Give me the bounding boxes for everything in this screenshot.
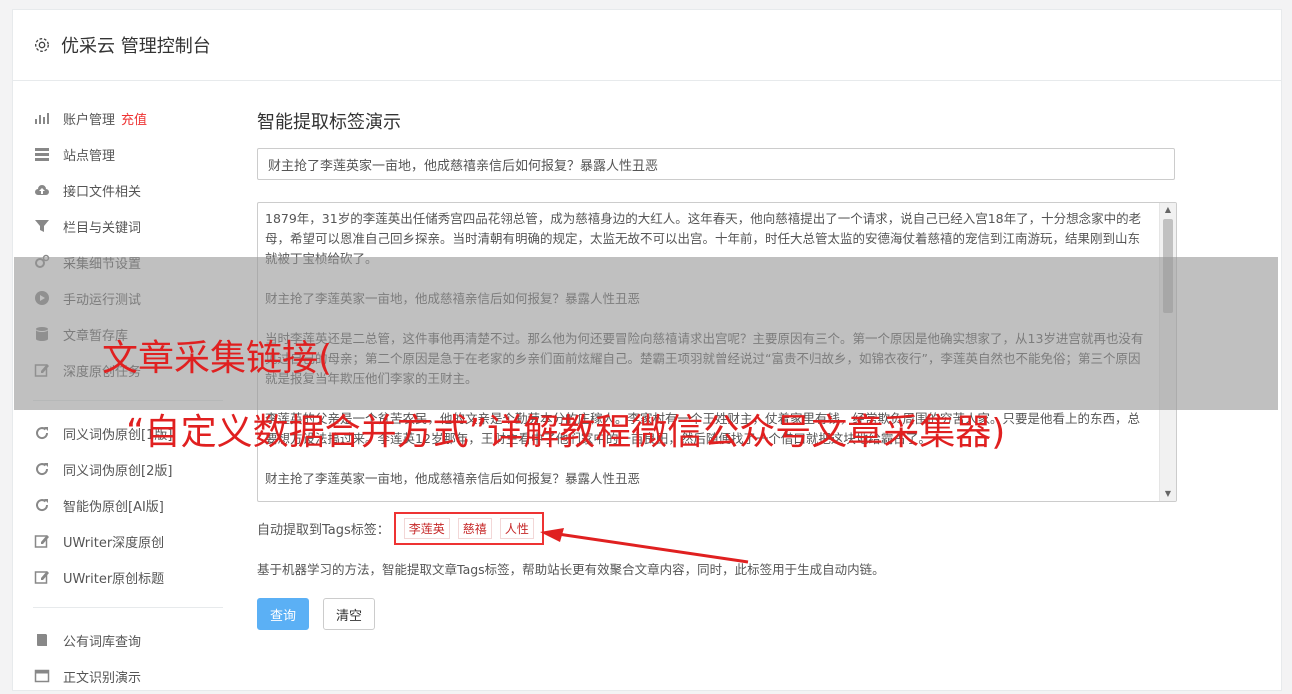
article-paragraph: 财主抢了李莲英家一亩地，他成慈禧亲信后如何报复？暴露人性丑恶 <box>265 471 641 486</box>
overlay-title-line2: “自定义数据合并方式”详解教程微信公众号文章采集器) <box>126 412 1006 453</box>
header: 优采云 管理控制台 <box>13 10 1281 81</box>
sidebar-item[interactable]: 公有词库查询 <box>33 622 223 658</box>
sidebar-item-label: 正文识别演示 <box>63 670 142 686</box>
refresh-icon <box>33 460 51 478</box>
title-input[interactable] <box>257 148 1175 180</box>
scroll-up-icon[interactable]: ▲ <box>1160 203 1176 217</box>
arrow-annotation-icon <box>540 528 749 564</box>
server-icon <box>33 145 51 163</box>
sidebar-item-label: 站点管理 <box>63 148 116 164</box>
tags-box: 李莲英 慈禧 人性 <box>393 512 544 545</box>
sidebar-item[interactable]: 智能伪原创[AI版] <box>33 487 223 523</box>
edit-icon <box>33 568 51 586</box>
scroll-down-icon[interactable]: ▼ <box>1160 487 1176 501</box>
window-icon <box>33 667 51 685</box>
sidebar-item-label: 账户管理 <box>63 112 116 128</box>
tags-label: 自动提取到Tags标签： <box>257 523 390 538</box>
button-row: 查询 清空 <box>257 598 1177 630</box>
sidebar-item[interactable]: 正文识别演示 <box>33 658 223 694</box>
sidebar-item[interactable]: 栏目与关键词 <box>33 208 223 244</box>
recharge-link[interactable]: 充值 <box>121 109 147 128</box>
sidebar-item[interactable]: 接口文件相关 <box>33 172 223 208</box>
edit-icon <box>33 532 51 550</box>
refresh-icon <box>33 424 51 442</box>
sidebar-item[interactable]: 账户管理 充值 <box>33 100 223 136</box>
sidebar-divider <box>33 607 223 608</box>
sidebar-item[interactable]: UWriter深度原创 <box>33 523 223 559</box>
filter-icon <box>33 217 51 235</box>
sidebar-item-label: 同义词伪原创[2版] <box>63 463 173 479</box>
sidebar-item-label: 栏目与关键词 <box>63 220 142 236</box>
overlay-title-line1: 文章采集链接( <box>102 338 333 379</box>
sidebar-item-label: UWriter深度原创 <box>63 535 165 551</box>
clear-button[interactable]: 清空 <box>323 598 376 630</box>
cloud-upload-icon <box>33 181 51 199</box>
sidebar-item-label: 公有词库查询 <box>63 634 142 650</box>
book-icon <box>33 631 51 649</box>
tag[interactable]: 李莲英 <box>403 518 450 539</box>
overlay-title: 文章采集链接( “自定义数据合并方式”详解教程微信公众号文章采集器) <box>102 335 1005 457</box>
gear-icon <box>35 38 49 52</box>
tag[interactable]: 人性 <box>499 518 534 539</box>
bar-chart-icon <box>33 109 51 127</box>
section-heading: 智能提取标签演示 <box>257 112 401 133</box>
tag[interactable]: 慈禧 <box>457 518 492 539</box>
sidebar-item-label: UWriter原创标题 <box>63 571 165 587</box>
sidebar-item[interactable]: 站点管理 <box>33 136 223 172</box>
sidebar-item-label: 智能伪原创[AI版] <box>63 499 164 515</box>
sidebar-item-label: 接口文件相关 <box>63 184 142 200</box>
query-button[interactable]: 查询 <box>257 598 310 630</box>
sidebar-item[interactable]: UWriter原创标题 <box>33 559 223 595</box>
refresh-icon <box>33 496 51 514</box>
page-title: 优采云 管理控制台 <box>61 36 211 57</box>
